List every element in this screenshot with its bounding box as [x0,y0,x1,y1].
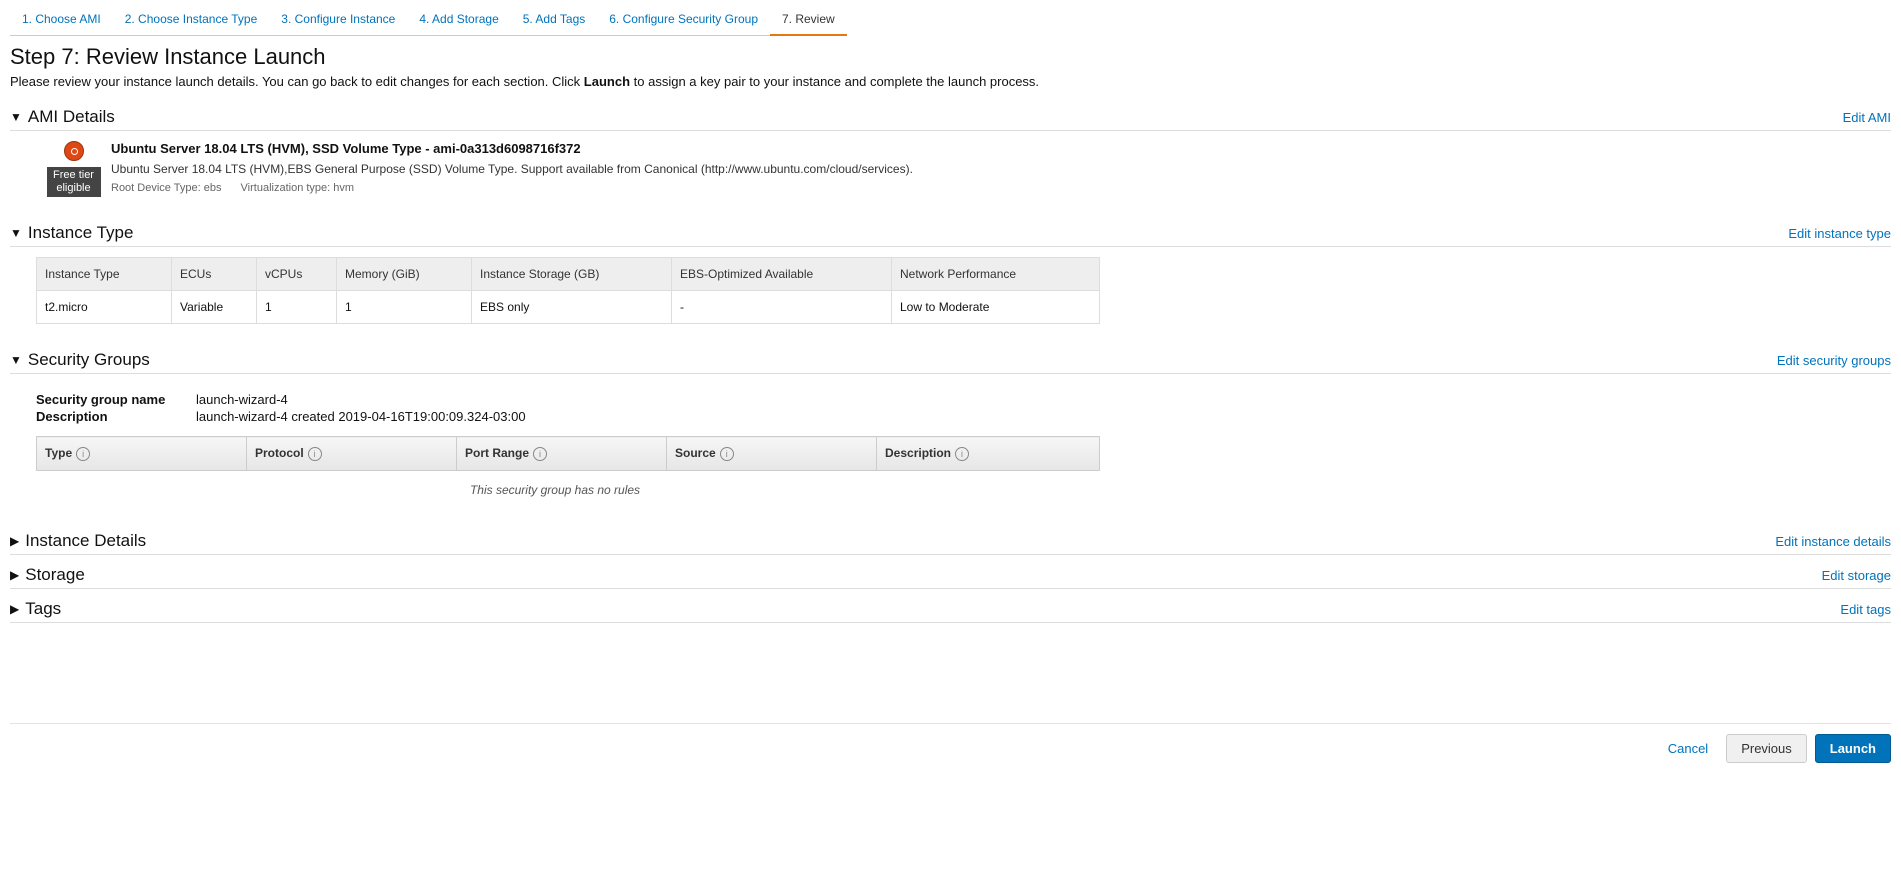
step-review[interactable]: 7. Review [770,6,847,36]
section-instance-details: ▶ Instance Details Edit instance details [10,527,1891,555]
cancel-button[interactable]: Cancel [1658,735,1718,762]
caret-right-icon[interactable]: ▶ [10,602,19,616]
sg-desc-value: launch-wizard-4 created 2019-04-16T19:00… [196,409,526,424]
caret-right-icon[interactable]: ▶ [10,568,19,582]
ami-name: Ubuntu Server 18.04 LTS (HVM), SSD Volum… [111,141,913,156]
sg-name-label: Security group name [36,392,196,407]
step-add-storage[interactable]: 4. Add Storage [407,6,510,36]
info-icon[interactable]: i [308,447,322,461]
sg-no-rules-message: This security group has no rules [10,483,1100,497]
th-description: Descriptioni [877,437,1100,471]
th-source: Sourcei [667,437,877,471]
page-desc-bold: Launch [584,74,630,89]
section-storage: ▶ Storage Edit storage [10,561,1891,589]
td-storage: EBS only [472,291,672,324]
edit-instance-details-link[interactable]: Edit instance details [1775,534,1891,549]
footer-actions: Cancel Previous Launch [10,723,1891,763]
info-icon[interactable]: i [533,447,547,461]
th-instance-type: Instance Type [37,258,172,291]
section-security-groups: ▼ Security Groups Edit security groups S… [10,346,1891,497]
launch-button[interactable]: Launch [1815,734,1891,763]
th-vcpus: vCPUs [257,258,337,291]
wizard-steps: 1. Choose AMI 2. Choose Instance Type 3.… [10,6,1891,36]
th-ecus: ECUs [172,258,257,291]
page-desc-pre: Please review your instance launch detai… [10,74,584,89]
th-network-performance: Network Performance [892,258,1100,291]
instance-type-table: Instance Type ECUs vCPUs Memory (GiB) In… [36,257,1100,324]
caret-right-icon[interactable]: ▶ [10,534,19,548]
section-title-instance-details: Instance Details [25,531,146,551]
step-add-tags[interactable]: 5. Add Tags [511,6,598,36]
section-instance-type: ▼ Instance Type Edit instance type Insta… [10,219,1891,324]
step-choose-ami[interactable]: 1. Choose AMI [10,6,113,36]
section-title-security-groups: Security Groups [28,350,150,370]
caret-down-icon[interactable]: ▼ [10,110,22,124]
free-tier-line1: Free tier [53,169,94,181]
td-memory: 1 [337,291,472,324]
td-ecus: Variable [172,291,257,324]
previous-button[interactable]: Previous [1726,734,1807,763]
info-icon[interactable]: i [955,447,969,461]
sg-rules-table: Typei Protocoli Port Rangei Sourcei Desc… [36,436,1100,471]
ami-root-device: Root Device Type: ebs [111,182,221,194]
section-title-tags: Tags [25,599,61,619]
edit-tags-link[interactable]: Edit tags [1840,602,1891,617]
free-tier-badge: Free tier eligible [47,167,101,197]
ami-virtualization: Virtualization type: hvm [241,182,355,194]
edit-instance-type-link[interactable]: Edit instance type [1788,226,1891,241]
caret-down-icon[interactable]: ▼ [10,353,22,367]
step-choose-instance-type[interactable]: 2. Choose Instance Type [113,6,270,36]
th-memory: Memory (GiB) [337,258,472,291]
edit-ami-link[interactable]: Edit AMI [1843,110,1891,125]
page-desc-post: to assign a key pair to your instance an… [630,74,1039,89]
info-icon[interactable]: i [720,447,734,461]
caret-down-icon[interactable]: ▼ [10,226,22,240]
ubuntu-icon [64,141,84,161]
td-network-performance: Low to Moderate [892,291,1100,324]
th-protocol: Protocoli [247,437,457,471]
step-configure-security-group[interactable]: 6. Configure Security Group [597,6,770,36]
sg-name-value: launch-wizard-4 [196,392,288,407]
td-instance-type: t2.micro [37,291,172,324]
section-title-instance-type: Instance Type [28,223,134,243]
section-tags: ▶ Tags Edit tags [10,595,1891,623]
th-ebs-optimized: EBS-Optimized Available [672,258,892,291]
edit-security-groups-link[interactable]: Edit security groups [1777,353,1891,368]
info-icon[interactable]: i [76,447,90,461]
page-title: Step 7: Review Instance Launch [10,44,1891,70]
section-title-ami: AMI Details [28,107,115,127]
edit-storage-link[interactable]: Edit storage [1822,568,1891,583]
free-tier-line2: eligible [56,182,90,194]
ami-description: Ubuntu Server 18.04 LTS (HVM),EBS Genera… [111,162,913,176]
td-vcpus: 1 [257,291,337,324]
th-type: Typei [37,437,247,471]
sg-desc-label: Description [36,409,196,424]
section-ami-details: ▼ AMI Details Edit AMI Free tier eligibl… [10,103,1891,197]
step-configure-instance[interactable]: 3. Configure Instance [269,6,407,36]
section-title-storage: Storage [25,565,85,585]
table-row: t2.micro Variable 1 1 EBS only - Low to … [37,291,1100,324]
th-port-range: Port Rangei [457,437,667,471]
page-description: Please review your instance launch detai… [10,74,1891,89]
td-ebs-optimized: - [672,291,892,324]
th-storage: Instance Storage (GB) [472,258,672,291]
